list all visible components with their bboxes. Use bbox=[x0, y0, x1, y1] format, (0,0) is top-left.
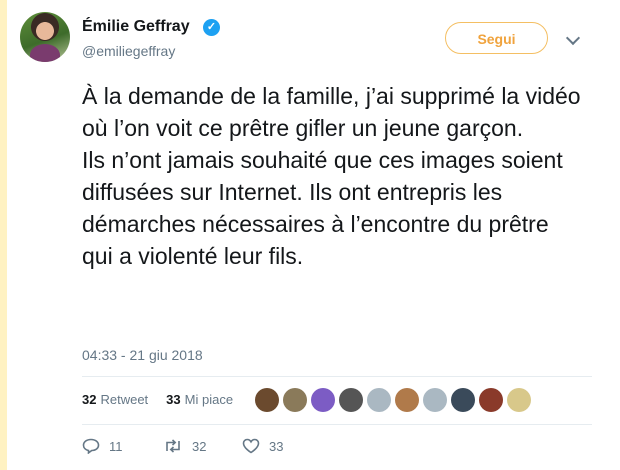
like-label[interactable]: Mi piace bbox=[185, 392, 233, 407]
reply-count: 11 bbox=[109, 438, 123, 454]
retweet-action-count: 32 bbox=[192, 438, 207, 454]
thread-rule bbox=[0, 0, 7, 470]
liker-avatar[interactable] bbox=[311, 388, 335, 412]
liker-avatar[interactable] bbox=[479, 388, 503, 412]
liker-avatar[interactable] bbox=[339, 388, 363, 412]
liker-avatar[interactable] bbox=[395, 388, 419, 412]
like-button[interactable]: 33 bbox=[242, 438, 283, 454]
retweet-count[interactable]: 32 bbox=[82, 392, 96, 407]
tweet-timestamp[interactable]: 04:33 - 21 giu 2018 bbox=[82, 347, 203, 363]
author-name[interactable]: Émilie Geffray bbox=[82, 18, 190, 36]
retweet-label[interactable]: Retweet bbox=[100, 392, 148, 407]
divider bbox=[82, 376, 592, 377]
action-bar: 11 32 33 bbox=[82, 438, 283, 454]
author-handle[interactable]: @emiliegeffray bbox=[82, 43, 175, 59]
liker-avatar[interactable] bbox=[423, 388, 447, 412]
retweet-button[interactable]: 32 bbox=[163, 438, 242, 454]
liker-avatar[interactable] bbox=[255, 388, 279, 412]
verified-icon: ✓ bbox=[203, 19, 220, 36]
liker-avatars bbox=[255, 388, 531, 412]
engagement-stats: 32 Retweet 33 Mi piace bbox=[82, 392, 233, 407]
chevron-down-icon[interactable] bbox=[565, 30, 581, 46]
divider bbox=[82, 424, 592, 425]
reply-button[interactable]: 11 bbox=[82, 438, 163, 454]
follow-button[interactable]: Segui bbox=[445, 22, 548, 54]
like-action-count: 33 bbox=[269, 438, 284, 454]
liker-avatar[interactable] bbox=[283, 388, 307, 412]
like-count[interactable]: 33 bbox=[166, 392, 180, 407]
liker-avatar[interactable] bbox=[507, 388, 531, 412]
avatar[interactable] bbox=[20, 12, 70, 62]
tweet-text: À la demande de la famille, j’ai supprim… bbox=[82, 83, 581, 269]
liker-avatar[interactable] bbox=[451, 388, 475, 412]
retweet-icon bbox=[166, 439, 180, 453]
reply-icon bbox=[82, 438, 100, 454]
liker-avatar[interactable] bbox=[367, 388, 391, 412]
heart-icon bbox=[242, 438, 260, 454]
